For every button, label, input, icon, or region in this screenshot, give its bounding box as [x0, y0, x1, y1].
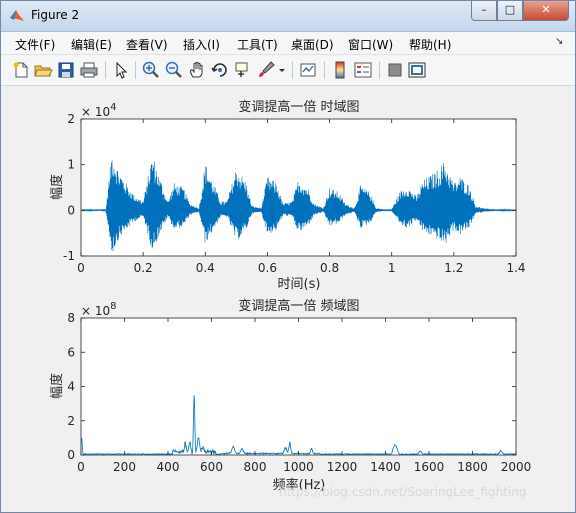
freq-x-tick-label: 200: [113, 460, 136, 474]
freq-x-tick-label: 400: [157, 460, 180, 474]
data-cursor-icon[interactable]: [233, 60, 253, 80]
toolbar: [1, 55, 575, 86]
freq-y-tick-label: 6: [67, 345, 75, 359]
freq-y-label: 幅度: [49, 373, 65, 399]
menu-window[interactable]: 窗口(W): [348, 36, 393, 53]
time-y-tick-label: 1: [67, 158, 75, 172]
link-plot-icon[interactable]: [298, 60, 318, 80]
time-axes[interactable]: -1012 0 0.2 0.4 0.6 0.8 1 1.2 1.4 变调提高一倍 时域图 时间…: [49, 99, 526, 292]
toolbar-separator: [379, 61, 380, 79]
time-x-tick-label: 0: [77, 261, 85, 275]
rotate-3d-icon[interactable]: [210, 60, 230, 80]
freq-x-tick-label: 600: [200, 460, 223, 474]
plots-svg: -1012 0 0.2 0.4 0.6 0.8 1 1.2 1.4 变调提高一倍 时域图 时间…: [49, 99, 531, 493]
freq-exponent-label: × 108: [81, 301, 117, 318]
freq-chart-title: 变调提高一倍 频域图: [238, 298, 359, 314]
legend-icon[interactable]: [353, 60, 373, 80]
time-exponent-power: 4: [110, 102, 116, 113]
save-icon[interactable]: [56, 60, 76, 80]
menu-view[interactable]: 查看(V): [126, 36, 168, 53]
close-button[interactable]: ✕: [523, 1, 569, 21]
title-bar[interactable]: Figure 2 – □ ✕: [1, 1, 575, 32]
freq-y-tick-label: 4: [67, 380, 75, 394]
brush-dropdown-icon[interactable]: [277, 60, 287, 80]
freq-x-tick-label: 1800: [457, 460, 488, 474]
time-x-tick-label: 0.4: [196, 261, 215, 275]
window-title: Figure 2: [31, 8, 80, 22]
hide-plot-tools-icon[interactable]: [385, 60, 405, 80]
time-x-tick-label: 1.2: [444, 261, 463, 275]
brush-icon[interactable]: [256, 60, 276, 80]
matlab-app-icon: [10, 10, 24, 21]
time-exponent-base: × 10: [81, 105, 110, 119]
colorbar-icon[interactable]: [330, 60, 350, 80]
time-x-label: 时间(s): [278, 277, 321, 292]
freq-y-tick-label: 2: [67, 414, 75, 428]
freq-y-tick-label: 8: [67, 311, 75, 325]
menu-file[interactable]: 文件(F): [15, 36, 55, 53]
time-x-tick-label: 0.8: [320, 261, 339, 275]
menu-help[interactable]: 帮助(H): [409, 36, 451, 53]
toolbar-separator: [292, 61, 293, 79]
freq-axes-box: [80, 317, 517, 456]
freq-exponent-base: × 10: [81, 304, 110, 318]
menu-edit[interactable]: 编辑(E): [71, 36, 112, 53]
print-icon[interactable]: [79, 60, 99, 80]
watermark-text: https://blog.csdn.net/SoaringLee_fightin…: [279, 485, 527, 499]
freq-x-tick-label: 1600: [414, 460, 445, 474]
freq-x-tick-label: 1400: [370, 460, 401, 474]
time-x-tick-label: 0.6: [258, 261, 277, 275]
time-y-tick-label: -1: [63, 249, 75, 263]
freq-x-tick-label: 0: [77, 460, 85, 474]
figure-window: Figure 2 – □ ✕ 文件(F) 编辑(E) 查看(V) 插入(I) 工…: [0, 0, 576, 513]
menu-desktop[interactable]: 桌面(D): [291, 36, 334, 53]
toolbar-separator: [324, 61, 325, 79]
maximize-button[interactable]: □: [497, 1, 523, 21]
time-x-tick-label: 0.2: [134, 261, 153, 275]
time-y-label: 幅度: [49, 174, 65, 200]
zoom-in-icon[interactable]: [141, 60, 161, 80]
minimize-button[interactable]: –: [471, 1, 497, 21]
figure-canvas: -1 0 1 2 0 0.2 0.4 0.6 0.8 1 1.2 1.4 变调提高一倍 时域图 时间…: [1, 86, 575, 512]
pointer-icon[interactable]: [111, 60, 131, 80]
freq-axes[interactable]: 0 2 4 6 8 0 200 400 600 800 1000 1200 1400 1600 1800 2…: [49, 298, 531, 493]
time-exponent-label: × 104: [81, 102, 117, 119]
menu-bar: 文件(F) 编辑(E) 查看(V) 插入(I) 工具(T) 桌面(D) 窗口(W…: [1, 32, 575, 55]
show-plot-tools-icon[interactable]: [407, 60, 427, 80]
menu-overflow-icon[interactable]: ↘: [555, 36, 563, 47]
freq-x-tick-label: 1000: [283, 460, 314, 474]
freq-x-tick-label: 1200: [327, 460, 358, 474]
toolbar-separator: [135, 61, 136, 79]
freq-x-tick-label: 2000: [501, 460, 532, 474]
freq-exponent-power: 8: [110, 301, 116, 312]
time-x-tick-label: 1.4: [506, 261, 525, 275]
time-y-tick-label: 2: [67, 112, 75, 126]
freq-y-tick-label: 0: [67, 448, 75, 462]
toolbar-separator: [105, 61, 106, 79]
pan-hand-icon[interactable]: [187, 60, 207, 80]
menu-tools[interactable]: 工具(T): [237, 36, 278, 53]
time-chart-title: 变调提高一倍 时域图: [238, 99, 359, 115]
new-figure-icon[interactable]: [11, 60, 31, 80]
time-y-tick-label: 0: [67, 203, 75, 217]
freq-x-tick-label: 800: [244, 460, 267, 474]
time-x-tick-label: 1: [388, 261, 396, 275]
open-icon[interactable]: [33, 60, 53, 80]
menu-insert[interactable]: 插入(I): [183, 36, 220, 53]
zoom-out-icon[interactable]: [164, 60, 184, 80]
